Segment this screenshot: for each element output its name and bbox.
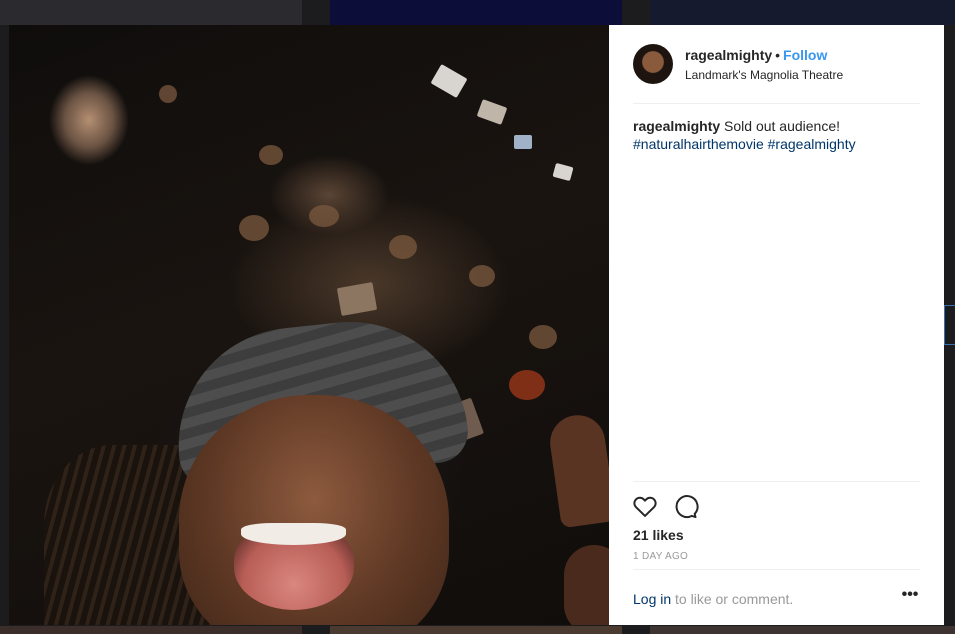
crowd-detail: [309, 205, 339, 227]
finger: [546, 411, 609, 529]
next-post-arrow[interactable]: [944, 305, 955, 345]
post-caption: ragealmighty Sold out audience! #natural…: [633, 117, 920, 153]
crowd-detail: [389, 235, 417, 259]
follow-button[interactable]: Follow: [783, 47, 827, 63]
phone-screen: [514, 135, 532, 149]
caption-username-link[interactable]: ragealmighty: [633, 118, 720, 134]
username-link[interactable]: ragealmighty: [685, 47, 772, 63]
login-prompt: Log in to like or comment.: [633, 591, 793, 607]
background-tile: [650, 626, 955, 634]
separator: •: [775, 47, 781, 63]
location-link[interactable]: Landmark's Magnolia Theatre: [685, 68, 843, 82]
post-photo[interactable]: [9, 25, 609, 625]
caption-text: Sold out audience!: [724, 118, 841, 134]
comment-icon[interactable]: [671, 492, 699, 520]
background-tile: [330, 626, 622, 634]
background-tile: [650, 0, 955, 25]
phone-screen: [430, 63, 468, 99]
post-timestamp[interactable]: 1 DAY AGO: [633, 551, 688, 562]
heart-icon[interactable]: [631, 492, 659, 520]
post-actions: 21 likes 1 DAY AGO: [631, 481, 920, 562]
crowd-detail: [159, 85, 177, 103]
background-tile: [0, 626, 302, 634]
crowd-detail: [529, 325, 557, 349]
user-line: ragealmighty • Follow: [685, 47, 827, 63]
hand: [564, 545, 609, 625]
post-header: ragealmighty • Follow Landmark's Magnolia …: [633, 43, 920, 104]
crowd-detail: [469, 265, 495, 287]
background-tile: [0, 0, 302, 25]
more-options-icon[interactable]: •••: [900, 587, 920, 608]
phone-screen: [336, 282, 378, 316]
crowd-detail: [509, 370, 545, 400]
avatar[interactable]: [633, 44, 673, 84]
post-sidebar: ragealmighty • Follow Landmark's Magnolia …: [609, 25, 944, 625]
crowd-detail: [259, 145, 283, 165]
crowd-detail: [239, 215, 269, 241]
comment-footer: Log in to like or comment. •••: [633, 569, 920, 626]
login-link[interactable]: Log in: [633, 591, 671, 607]
background-tile: [330, 0, 622, 25]
phone-screen: [552, 162, 574, 182]
hashtag-link[interactable]: #naturalhairthemovie: [633, 136, 764, 152]
hashtag-link[interactable]: #ragealmighty: [768, 136, 856, 152]
login-suffix: to like or comment.: [675, 591, 794, 607]
like-count[interactable]: 21 likes: [633, 527, 684, 543]
post-modal: ragealmighty • Follow Landmark's Magnolia …: [9, 25, 944, 625]
teeth: [241, 523, 346, 545]
phone-screen: [476, 99, 508, 125]
